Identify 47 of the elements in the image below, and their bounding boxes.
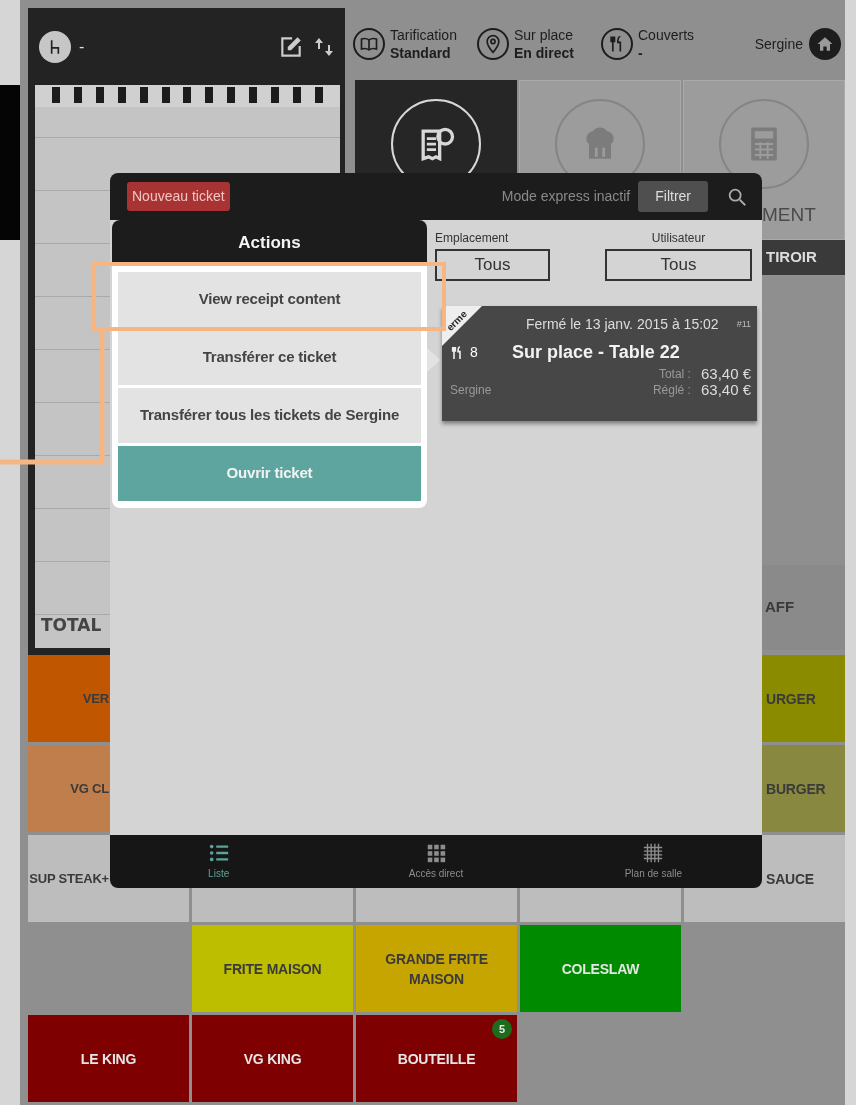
cutlery-icon	[601, 28, 633, 60]
product-tile[interactable]: GRANDE FRITE MAISON	[356, 925, 517, 1012]
ticket-user: Sergine	[450, 382, 492, 398]
closed-date: Fermé le 13 janv. 2015 à 15:02	[525, 315, 719, 334]
product-tile[interactable]: BOUTEILLE 5	[356, 1015, 517, 1102]
status-ribbon	[442, 306, 482, 346]
info-value: -	[638, 44, 644, 62]
book-icon	[353, 28, 385, 60]
product-tile[interactable]: LE KING	[28, 1015, 189, 1102]
total-amount: 63,40 €	[700, 366, 751, 382]
total-label: Total :	[658, 366, 691, 382]
grid-icon	[642, 842, 665, 864]
info-label: Sur place	[514, 27, 574, 43]
table-number: -	[79, 36, 85, 57]
grid-dots-icon	[425, 842, 447, 864]
menu-item[interactable]: Transférer ce ticket	[118, 330, 421, 385]
tile-label: MENT	[762, 203, 816, 227]
covers-count: 8	[470, 343, 478, 362]
list-icon	[207, 842, 230, 864]
filter-select[interactable]: Tous	[605, 249, 752, 281]
product-tile[interactable]: VG KING	[192, 1015, 353, 1102]
new-ticket-button[interactable]: Nouveau ticket	[127, 182, 230, 211]
paid-amount: 63,40 €	[700, 382, 751, 398]
home-icon[interactable]	[809, 28, 841, 60]
filter-select[interactable]: Tous	[435, 249, 550, 281]
total-label: TOTAL	[40, 613, 103, 637]
product-tile[interactable]: FRITE MAISON	[192, 925, 353, 1012]
chair-icon[interactable]	[39, 30, 71, 63]
info-value: En direct	[514, 44, 574, 62]
menu-item[interactable]: View receipt content	[118, 272, 421, 327]
filter-button[interactable]: Filtrer	[638, 181, 708, 212]
info-label: Couverts	[638, 27, 695, 43]
menu-item[interactable]: Transférer tous les tickets de Sergine	[118, 388, 421, 443]
ticket-title: Sur place - Table 22	[512, 341, 680, 364]
nav-tab[interactable]: Accès direct	[327, 835, 545, 888]
popover-title: Actions	[112, 220, 427, 265]
info-label: Tarification	[390, 27, 457, 43]
paid-label: Réglé :	[652, 382, 691, 398]
filter-label: Emplacement	[435, 230, 510, 246]
product-tile[interactable]: COLESLAW	[520, 925, 681, 1012]
express-mode-label: Mode express inactif	[501, 187, 631, 206]
info-value: Standard	[390, 44, 452, 62]
location-pin-icon	[477, 28, 509, 60]
count-badge: 5	[492, 1019, 512, 1039]
popover-pointer	[427, 348, 440, 372]
ticket-number: #11	[736, 317, 751, 331]
user-name: Sergine	[754, 34, 803, 54]
